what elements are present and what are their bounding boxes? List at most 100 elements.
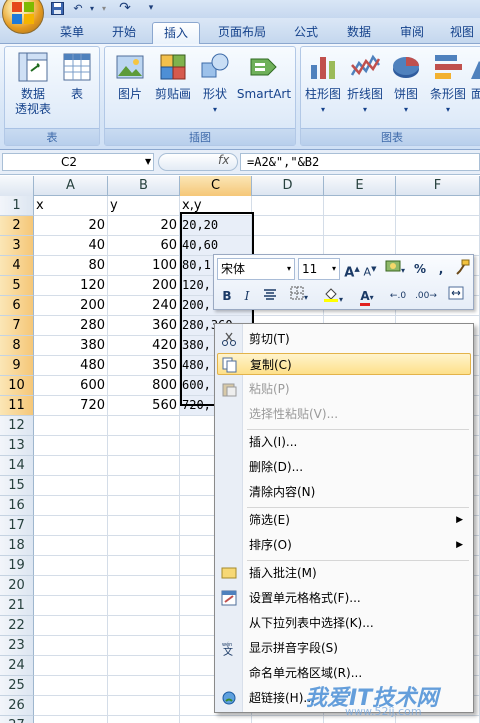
column-header-e[interactable]: E [324,176,396,196]
row-header[interactable]: 1 [0,196,34,216]
tab-page-layout[interactable]: 页面布局 [206,22,278,44]
row-header[interactable]: 16 [0,496,34,516]
menu-item-7[interactable]: 清除内容(N) [217,481,471,503]
cell-a18[interactable] [34,536,108,556]
merge-center-button[interactable] [444,286,468,306]
cell-b22[interactable] [108,616,180,636]
save-icon[interactable] [50,0,64,16]
cell-b15[interactable] [108,476,180,496]
cell-b24[interactable] [108,656,180,676]
cell-a8[interactable]: 380 [34,336,108,356]
cell-b4[interactable]: 100 [108,256,180,276]
menu-item-2[interactable]: 复制(C) [217,353,471,375]
name-box-dropdown-icon[interactable]: ▼ [145,157,151,166]
shrink-font-button[interactable]: A▼ [361,259,379,279]
font-name-select[interactable]: 宋体 ▾ [217,258,295,280]
table-button[interactable]: 表 [57,51,97,102]
column-chart-button[interactable]: 柱形图 ▾ [303,51,343,117]
cell-d3[interactable] [252,236,324,256]
tab-view[interactable]: 视图 [440,22,480,44]
cell-a5[interactable]: 120 [34,276,108,296]
cell-d2[interactable] [252,216,324,236]
menu-item-5[interactable]: 插入(I)... [217,431,471,453]
cell-f3[interactable] [396,236,480,256]
row-header[interactable]: 23 [0,636,34,656]
grow-font-button[interactable]: A▲ [343,259,361,280]
cell-b11[interactable]: 560 [108,396,180,416]
cell-a24[interactable] [34,656,108,676]
select-all-corner[interactable] [0,176,34,196]
formula-input[interactable]: =A2&","&B2 [240,153,480,171]
row-header[interactable]: 11 [0,396,34,416]
row-header[interactable]: 12 [0,416,34,436]
cell-a2[interactable]: 20 [34,216,108,236]
cell-a17[interactable] [34,516,108,536]
row-header[interactable]: 13 [0,436,34,456]
row-header[interactable]: 17 [0,516,34,536]
cell-b17[interactable] [108,516,180,536]
cell-a11[interactable]: 720 [34,396,108,416]
cell-d1[interactable] [252,196,324,216]
cell-b7[interactable]: 360 [108,316,180,336]
row-header[interactable]: 10 [0,376,34,396]
row-header[interactable]: 4 [0,256,34,276]
line-chart-button[interactable]: 折线图 ▾ [345,51,385,117]
row-header[interactable]: 25 [0,676,34,696]
cell-b1[interactable]: y [108,196,180,216]
cell-a22[interactable] [34,616,108,636]
cell-b10[interactable]: 800 [108,376,180,396]
smartart-button[interactable]: SmartArt [235,51,293,102]
borders-button[interactable]: ▾ [284,286,314,306]
cell-b27[interactable] [108,716,180,723]
tab-insert[interactable]: 插入 [152,22,200,44]
menu-item-9[interactable]: 排序(O) ▶ [217,534,471,556]
cell-a15[interactable] [34,476,108,496]
bar-chart-button[interactable]: 条形图 ▾ [427,51,469,117]
row-header[interactable]: 6 [0,296,34,316]
row-header[interactable]: 3 [0,236,34,256]
redo-icon[interactable]: ↷ [118,0,132,16]
cell-a12[interactable] [34,416,108,436]
tab-menu[interactable]: 菜单 [50,22,94,44]
cell-f2[interactable] [396,216,480,236]
cell-b8[interactable]: 420 [108,336,180,356]
cell-b26[interactable] [108,696,180,716]
bold-button[interactable]: B [218,286,236,306]
cell-b2[interactable]: 20 [108,216,180,236]
cell-a26[interactable] [34,696,108,716]
cell-a10[interactable]: 600 [34,376,108,396]
row-header[interactable]: 19 [0,556,34,576]
cell-b16[interactable] [108,496,180,516]
cell-b25[interactable] [108,676,180,696]
font-color-button[interactable]: A▾ [352,286,382,306]
cell-b12[interactable] [108,416,180,436]
clipart-button[interactable]: 剪贴画 [151,51,195,102]
comma-button[interactable]: , [434,259,448,279]
customize-qat-icon[interactable]: ▾ [145,0,157,16]
area-chart-button[interactable]: 面 [469,51,480,102]
column-header-f[interactable]: F [396,176,480,196]
row-header[interactable]: 18 [0,536,34,556]
cell-a21[interactable] [34,596,108,616]
cell-a7[interactable]: 280 [34,316,108,336]
cell-b18[interactable] [108,536,180,556]
cell-a19[interactable] [34,556,108,576]
currency-format-button[interactable]: ▾ [381,259,409,279]
row-header[interactable]: 7 [0,316,34,336]
cell-b13[interactable] [108,436,180,456]
pie-chart-button[interactable]: 饼图 ▾ [389,51,423,117]
menu-item-12[interactable]: 从下拉列表中选择(K)... [217,612,471,634]
shapes-button[interactable]: 形状 ▾ [197,51,233,117]
cell-b19[interactable] [108,556,180,576]
tab-home[interactable]: 开始 [102,22,146,44]
cell-b6[interactable]: 240 [108,296,180,316]
row-header[interactable]: 24 [0,656,34,676]
menu-item-10[interactable]: 插入批注(M) [217,562,471,584]
cell-b21[interactable] [108,596,180,616]
row-header[interactable]: 14 [0,456,34,476]
row-header[interactable]: 22 [0,616,34,636]
cell-a1[interactable]: x [34,196,108,216]
row-header[interactable]: 21 [0,596,34,616]
cell-a20[interactable] [34,576,108,596]
row-header[interactable]: 20 [0,576,34,596]
